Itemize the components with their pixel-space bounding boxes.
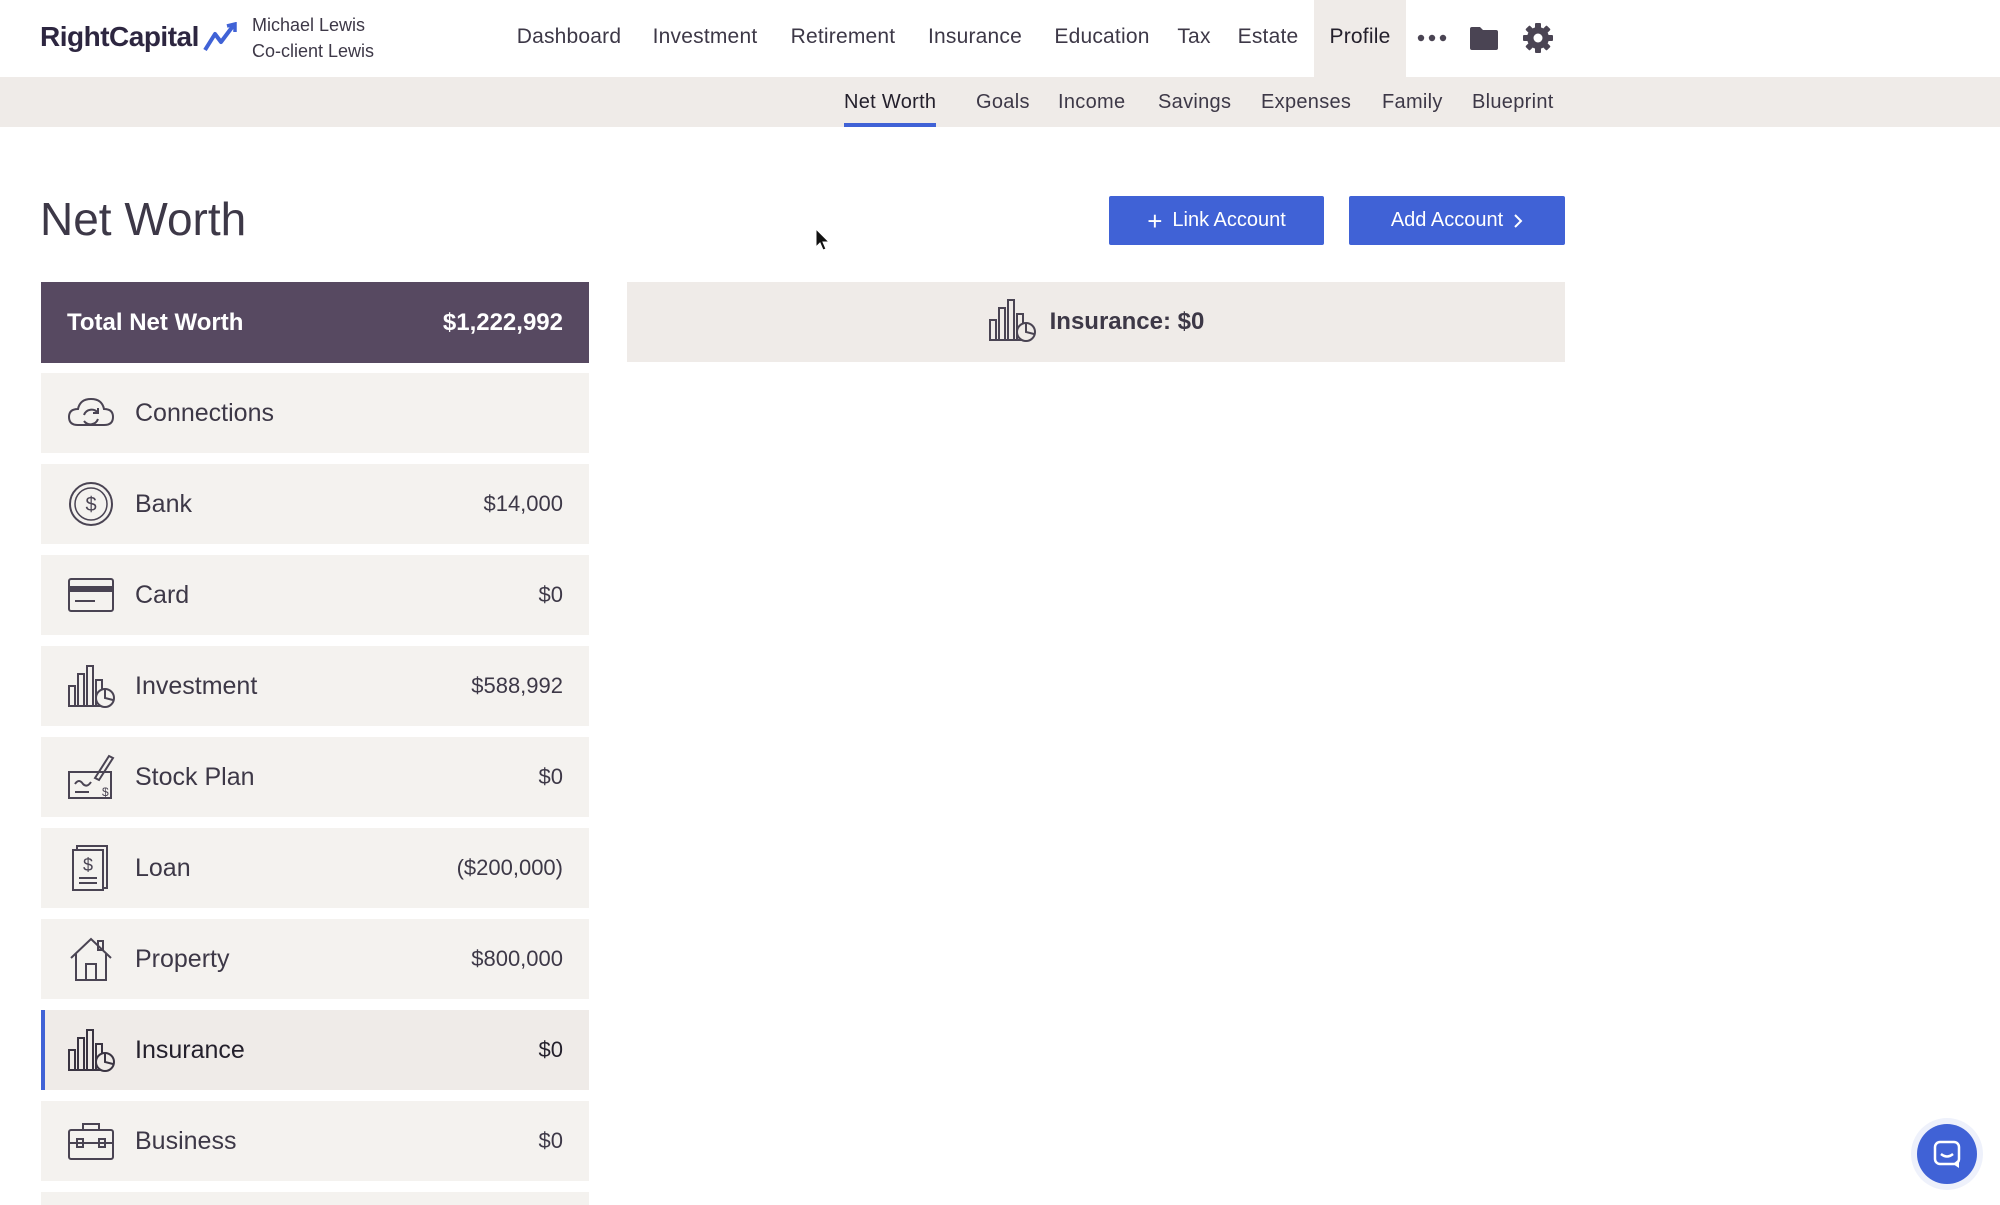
account-label: Business: [135, 1126, 237, 1155]
tab-savings[interactable]: Savings: [1158, 77, 1231, 127]
nav-profile[interactable]: Profile: [1314, 0, 1406, 77]
svg-text:$: $: [83, 855, 93, 875]
plus-icon: +: [1147, 205, 1163, 236]
add-account-button[interactable]: Add Account: [1349, 196, 1565, 245]
loan-document-icon: $: [65, 842, 117, 894]
sub-nav: Net Worth Goals Income Savings Expenses …: [0, 77, 2000, 127]
tab-blueprint[interactable]: Blueprint: [1472, 77, 1554, 127]
account-row-card[interactable]: Card $0: [41, 555, 589, 635]
svg-text:$: $: [102, 785, 109, 799]
nav-retirement[interactable]: Retirement: [776, 0, 910, 77]
total-label: Total Net Worth: [67, 308, 244, 336]
brand-name: RightCapital: [40, 21, 199, 52]
chart-pie-icon: [65, 660, 117, 712]
more-icon[interactable]: [1414, 20, 1450, 56]
tab-net-worth[interactable]: Net Worth: [844, 77, 937, 127]
check-sign-icon: $: [65, 751, 117, 803]
account-value: $0: [538, 1128, 563, 1153]
account-row-loan[interactable]: $ Loan ($200,000): [41, 828, 589, 908]
account-row-insurance[interactable]: Insurance $0: [41, 1010, 589, 1090]
account-value: $0: [538, 582, 563, 607]
chart-pie-icon: [65, 1024, 117, 1076]
account-label: Investment: [135, 671, 258, 700]
account-label: Stock Plan: [135, 762, 255, 791]
insurance-detail-header: Insurance: $0: [627, 282, 1565, 362]
page-title: Net Worth: [40, 193, 247, 245]
client-secondary: Co-client Lewis: [252, 41, 375, 61]
nav-estate[interactable]: Estate: [1228, 0, 1308, 77]
chat-icon: [1933, 1140, 1961, 1168]
chat-launcher-button[interactable]: [1917, 1124, 1977, 1184]
account-row-connections[interactable]: Connections: [41, 373, 589, 453]
dollar-coin-icon: $: [65, 478, 117, 530]
folder-icon[interactable]: [1466, 20, 1502, 56]
gear-icon[interactable]: [1520, 20, 1556, 56]
house-icon: [65, 933, 117, 985]
tab-expenses[interactable]: Expenses: [1261, 77, 1351, 127]
account-row-stock-plan[interactable]: $ Stock Plan $0: [41, 737, 589, 817]
account-label: Property: [135, 944, 230, 973]
account-label: Bank: [135, 489, 192, 518]
account-value: $588,992: [471, 673, 563, 698]
tab-income[interactable]: Income: [1058, 77, 1125, 127]
account-label: Card: [135, 580, 190, 609]
total-net-worth[interactable]: Total Net Worth $1,222,992: [41, 282, 589, 363]
account-label: Connections: [135, 398, 274, 427]
account-value: ($200,000): [456, 855, 563, 880]
detail-title: Insurance: $0: [1049, 308, 1205, 335]
client-primary: Michael Lewis: [252, 15, 366, 35]
nav-dashboard[interactable]: Dashboard: [504, 0, 634, 77]
nav-investment[interactable]: Investment: [640, 0, 770, 77]
mouse-cursor-icon: [815, 228, 831, 251]
nav-insurance[interactable]: Insurance: [918, 0, 1032, 77]
tab-goals[interactable]: Goals: [976, 77, 1030, 127]
briefcase-icon: [65, 1115, 117, 1167]
link-account-label: Link Account: [1172, 209, 1286, 231]
chart-pie-icon: [988, 298, 1036, 347]
account-value: $0: [538, 764, 563, 789]
total-value: $1,222,992: [442, 308, 563, 336]
account-label: Loan: [135, 853, 191, 882]
nav-education[interactable]: Education: [1044, 0, 1160, 77]
account-row-partial[interactable]: [41, 1192, 589, 1205]
chevron-right-icon: [1514, 213, 1523, 228]
tab-family[interactable]: Family: [1382, 77, 1443, 127]
add-account-label: Add Account: [1390, 209, 1504, 231]
account-row-business[interactable]: Business $0: [41, 1101, 589, 1181]
account-row-investment[interactable]: Investment $588,992: [41, 646, 589, 726]
trend-arrow-icon: [203, 22, 237, 52]
client-names[interactable]: Michael Lewis Co-client Lewis: [252, 12, 374, 64]
svg-text:$: $: [85, 494, 96, 516]
account-value: $0: [538, 1037, 563, 1062]
link-account-button[interactable]: + Link Account: [1109, 196, 1324, 245]
account-row-bank[interactable]: $ Bank $14,000: [41, 464, 589, 544]
nav-tax[interactable]: Tax: [1170, 0, 1218, 77]
top-bar: RightCapital Michael Lewis Co-client Lew…: [0, 0, 2000, 77]
cloud-sync-icon: [65, 387, 117, 439]
account-value: $14,000: [483, 491, 563, 516]
brand-logo[interactable]: RightCapital: [40, 20, 239, 54]
account-label: Insurance: [135, 1035, 245, 1064]
account-row-property[interactable]: Property $800,000: [41, 919, 589, 999]
account-value: $800,000: [471, 946, 563, 971]
credit-card-icon: [65, 569, 117, 621]
